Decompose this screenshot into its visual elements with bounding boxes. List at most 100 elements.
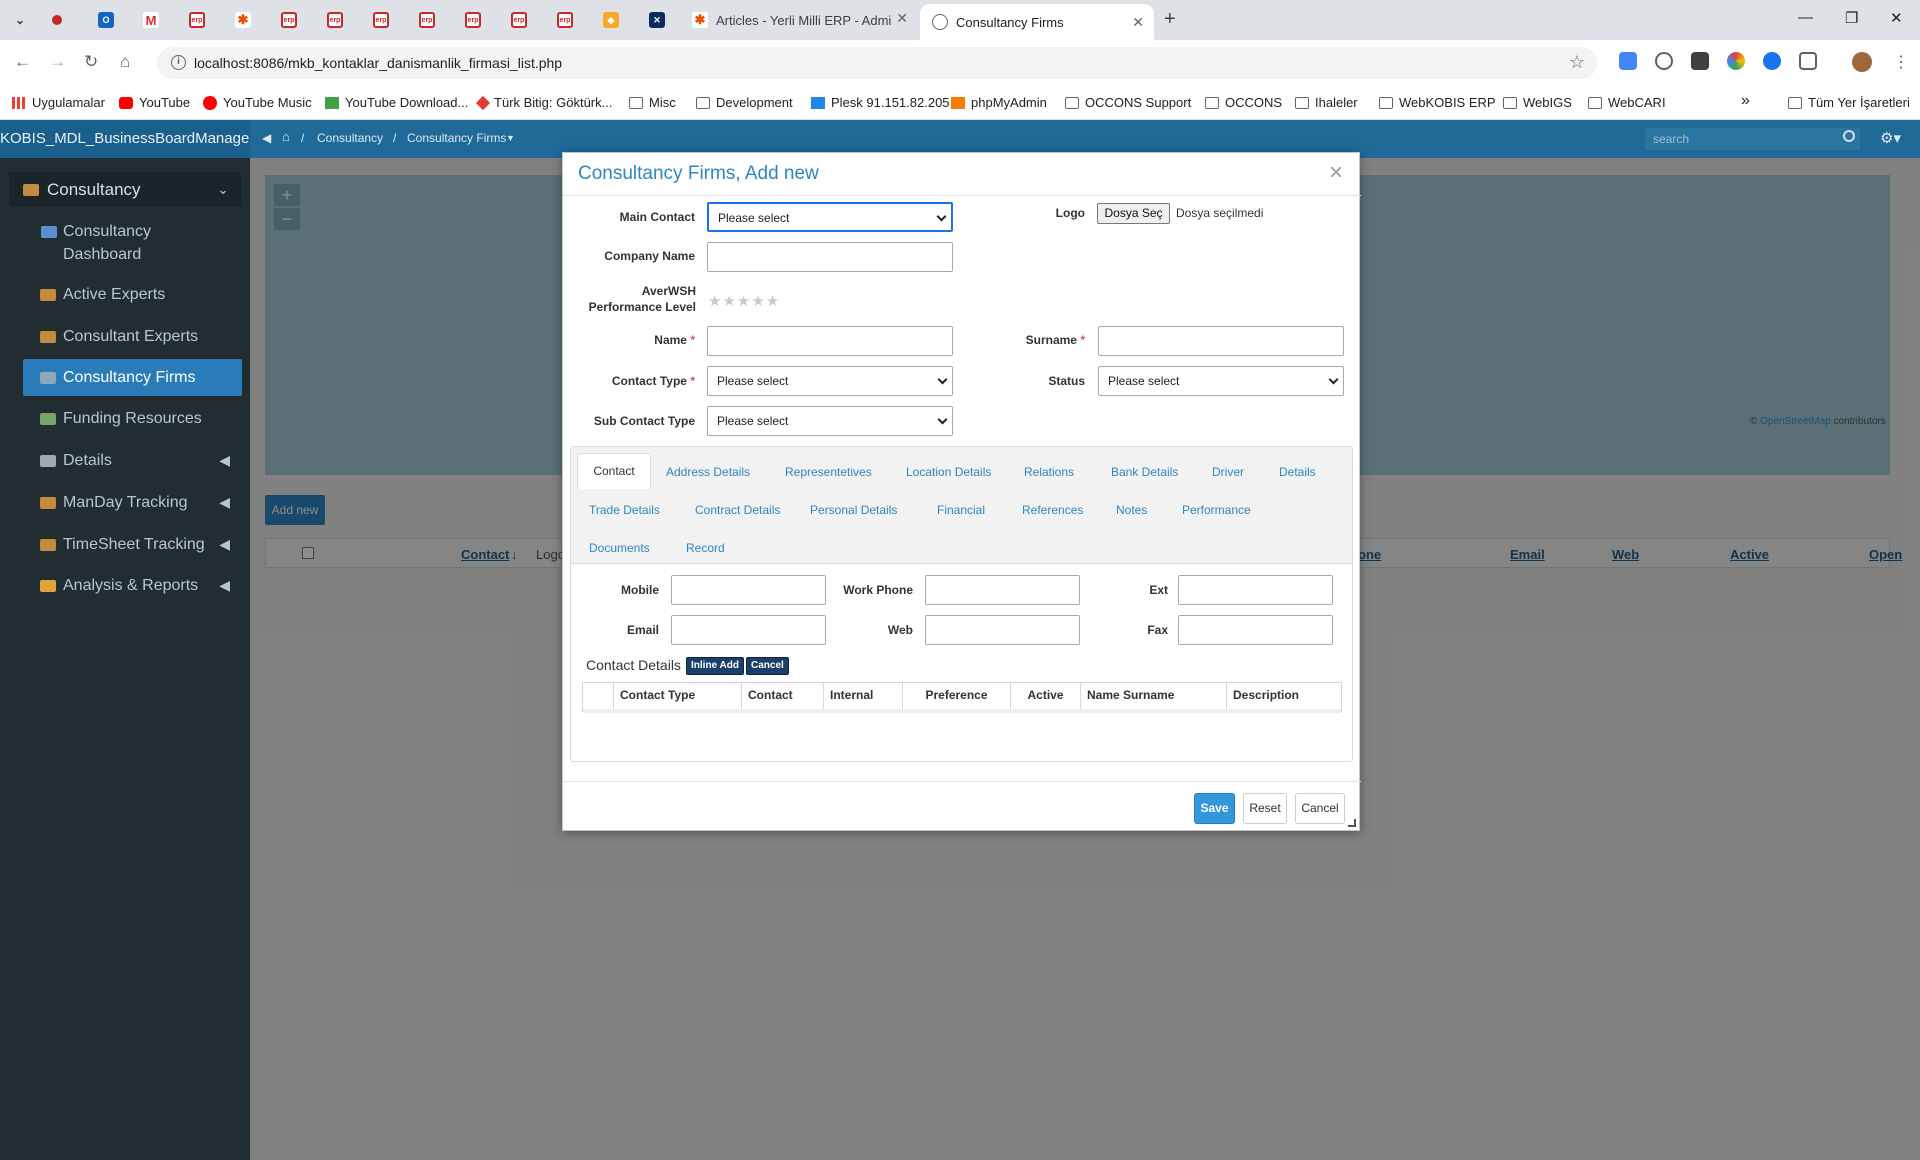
tab-trade-details[interactable]: Trade Details — [589, 503, 660, 517]
inline-add-button[interactable]: Inline Add — [686, 657, 744, 675]
column-preference[interactable]: Preference — [902, 683, 1010, 709]
name-input[interactable] — [707, 326, 953, 356]
erp-tab-icon[interactable]: erp — [373, 12, 389, 28]
restore-icon[interactable]: ❐ — [1845, 9, 1858, 27]
bookmark-youtube-download[interactable]: YouTube Download... — [325, 95, 468, 110]
column-description[interactable]: Description — [1226, 683, 1341, 709]
bookmark-phpmyadmin[interactable]: phpMyAdmin — [951, 95, 1047, 110]
tab-consultancy-firms[interactable]: Consultancy Firms ✕ — [920, 4, 1154, 40]
back-icon[interactable]: ← — [14, 52, 31, 72]
bookmark-ihaleler[interactable]: Ihaleler — [1295, 95, 1358, 110]
puzzle-extension-icon[interactable] — [1799, 52, 1817, 70]
tab-location-details[interactable]: Location Details — [906, 465, 991, 479]
status-select[interactable]: Please select — [1098, 366, 1344, 396]
bookmark-apps[interactable]: Uygulamalar — [12, 95, 105, 110]
bookmark-misc[interactable]: Misc — [629, 95, 676, 110]
sidebar-item-details[interactable]: Details ◀ — [40, 449, 230, 472]
column-name-surname[interactable]: Name Surname — [1080, 683, 1226, 709]
sidebar-item-consultancy-firms[interactable]: Consultancy Firms — [40, 366, 195, 389]
resize-handle-icon[interactable] — [1348, 819, 1356, 827]
lion-tab-icon[interactable]: ◆ — [603, 12, 619, 28]
save-button[interactable]: Save — [1194, 793, 1235, 824]
tab-notes[interactable]: Notes — [1116, 503, 1147, 517]
reload-icon[interactable]: ↻ — [84, 52, 98, 72]
tab-contract-details[interactable]: Contract Details — [695, 503, 780, 517]
erp-tab-icon[interactable]: erp — [465, 12, 481, 28]
ext-input[interactable] — [1178, 575, 1333, 605]
home-icon[interactable]: ⌂ — [120, 52, 130, 72]
column-contact-type[interactable]: Contact Type — [613, 683, 741, 709]
cursor-extension-icon[interactable] — [1691, 52, 1709, 70]
erp-tab-icon[interactable]: erp — [419, 12, 435, 28]
gmail-tab-icon[interactable]: M — [143, 12, 159, 28]
browser-menu-icon[interactable]: ⋮ — [1893, 52, 1909, 72]
sidebar-item-active-experts[interactable]: Active Experts — [40, 283, 165, 306]
bookmark-star-icon[interactable]: ☆ — [1569, 52, 1585, 73]
breadcrumb-consultancy-firms[interactable]: Consultancy Firms — [407, 131, 506, 145]
tab-articles[interactable]: ✱ Articles - Yerli Milli ERP - Admi ✕ — [688, 0, 916, 40]
minimize-icon[interactable]: — — [1798, 9, 1813, 26]
column-active[interactable]: Active — [1010, 683, 1080, 709]
web-input[interactable] — [925, 615, 1080, 645]
main-contact-select[interactable]: Please select — [707, 202, 953, 232]
outlook-tab-icon[interactable]: O — [98, 12, 114, 28]
tab-bank-details[interactable]: Bank Details — [1111, 465, 1178, 479]
joomla-tab-icon[interactable]: ✱ — [235, 12, 251, 28]
forward-icon[interactable]: → — [49, 52, 66, 72]
sidebar-item-consultant-experts[interactable]: Consultant Experts — [40, 325, 198, 348]
bookmark-webigs[interactable]: WebIGS — [1503, 95, 1572, 110]
sidebar-item-funding-resources[interactable]: Funding Resources — [40, 407, 202, 430]
email-input[interactable] — [671, 615, 826, 645]
bookmark-development[interactable]: Development — [696, 95, 793, 110]
sidebar-item-manday-tracking[interactable]: ManDay Tracking ◀ — [40, 491, 230, 514]
tab-details[interactable]: Details — [1279, 465, 1316, 479]
breadcrumb-consultancy[interactable]: Consultancy — [317, 131, 383, 145]
tab-performance[interactable]: Performance — [1182, 503, 1251, 517]
column-internal[interactable]: Internal — [823, 683, 902, 709]
chevron-down-icon[interactable]: ▼ — [506, 133, 515, 143]
app-brand[interactable]: KOBIS_MDL_BusinessBoardManager — [0, 120, 250, 158]
tab-documents[interactable]: Documents — [589, 541, 650, 555]
sidebar-header-consultancy[interactable]: Consultancy ⌄ — [9, 172, 241, 207]
gear-icon[interactable]: ⚙▾ — [1880, 129, 1901, 147]
company-name-input[interactable] — [707, 242, 953, 272]
close-icon[interactable]: ✕ — [1132, 14, 1144, 31]
home-icon[interactable]: ⌂ — [282, 129, 290, 144]
bookmark-occons[interactable]: OCCONS — [1205, 95, 1282, 110]
app-search-input[interactable]: search — [1645, 128, 1860, 150]
pinned-tab-icon[interactable] — [52, 15, 62, 25]
fax-input[interactable] — [1178, 615, 1333, 645]
infinity-extension-icon[interactable] — [1763, 52, 1781, 70]
work-phone-input[interactable] — [925, 575, 1080, 605]
tab-relations[interactable]: Relations — [1024, 465, 1074, 479]
recycle-extension-icon[interactable] — [1655, 52, 1673, 70]
bookmark-plesk[interactable]: Plesk 91.151.82.205 — [811, 95, 950, 110]
choose-file-button[interactable]: Dosya Seç — [1097, 203, 1170, 224]
bookmark-gokturk[interactable]: Türk Bitig: Göktürk... — [475, 95, 612, 110]
address-bar[interactable]: i localhost:8086/mkb_kontaklar_danismanl… — [157, 47, 1597, 79]
performance-rating-stars[interactable]: ★★★★★ — [708, 292, 780, 310]
cancel-button[interactable]: Cancel — [1295, 793, 1345, 824]
sidebar-item-timesheet-tracking[interactable]: TimeSheet Tracking ◀ — [40, 533, 230, 556]
tab-search-icon[interactable]: ⌄ — [12, 12, 28, 28]
surname-input[interactable] — [1098, 326, 1344, 356]
contact-type-select[interactable]: Please select — [707, 366, 953, 396]
bookmark-webcari[interactable]: WebCARI — [1588, 95, 1666, 110]
erp-tab-icon[interactable]: erp — [327, 12, 343, 28]
tab-financial[interactable]: Financial — [937, 503, 985, 517]
tab-driver[interactable]: Driver — [1212, 465, 1244, 479]
all-bookmarks[interactable]: Tüm Yer İşaretleri — [1788, 95, 1910, 110]
erp-tab-icon[interactable]: erp — [189, 12, 205, 28]
tab-references[interactable]: References — [1022, 503, 1083, 517]
close-icon[interactable]: × — [1329, 159, 1343, 187]
tab-contact[interactable]: Contact — [577, 453, 651, 489]
bookmark-occons-support[interactable]: OCCONS Support — [1065, 95, 1191, 110]
inline-cancel-button[interactable]: Cancel — [746, 657, 789, 675]
erp-tab-icon[interactable]: erp — [557, 12, 573, 28]
sidebar-toggle-icon[interactable]: ◀ — [262, 131, 271, 145]
tab-record[interactable]: Record — [686, 541, 725, 555]
column-contact[interactable]: Contact — [741, 683, 823, 709]
bookmark-youtube-music[interactable]: YouTube Music — [203, 95, 312, 110]
profile-avatar[interactable] — [1852, 52, 1872, 72]
erp-tab-icon[interactable]: erp — [511, 12, 527, 28]
